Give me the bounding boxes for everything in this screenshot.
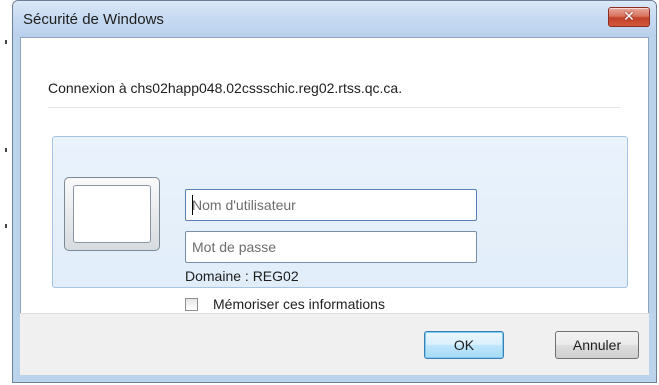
domain-label: Domaine : REG02 <box>185 268 299 284</box>
user-tile-picture <box>73 185 151 243</box>
cancel-button[interactable]: Annuler <box>555 331 639 359</box>
username-input[interactable] <box>185 189 477 221</box>
separator <box>48 107 620 108</box>
background-mark <box>5 224 7 228</box>
ok-button[interactable]: OK <box>424 331 504 359</box>
background-mark <box>5 40 7 44</box>
remember-label[interactable]: Mémoriser ces informations <box>213 296 385 312</box>
connection-message: Connexion à chs02happ048.02cssschic.reg0… <box>48 80 403 96</box>
background-mark <box>5 148 7 152</box>
title-bar[interactable]: Sécurité de Windows ✕ <box>13 1 656 37</box>
close-icon: ✕ <box>623 9 635 25</box>
credential-tile[interactable]: Domaine : REG02 Mémoriser ces informatio… <box>52 136 628 312</box>
window-title: Sécurité de Windows <box>23 11 164 28</box>
password-input[interactable] <box>185 231 477 263</box>
button-bar: OK Annuler <box>20 313 649 375</box>
security-dialog: Sécurité de Windows ✕ Connexion à chs02h… <box>12 0 657 383</box>
text-caret <box>192 195 193 215</box>
user-tile-icon <box>64 177 160 251</box>
remember-checkbox[interactable] <box>185 298 198 311</box>
close-button[interactable]: ✕ <box>608 7 650 27</box>
